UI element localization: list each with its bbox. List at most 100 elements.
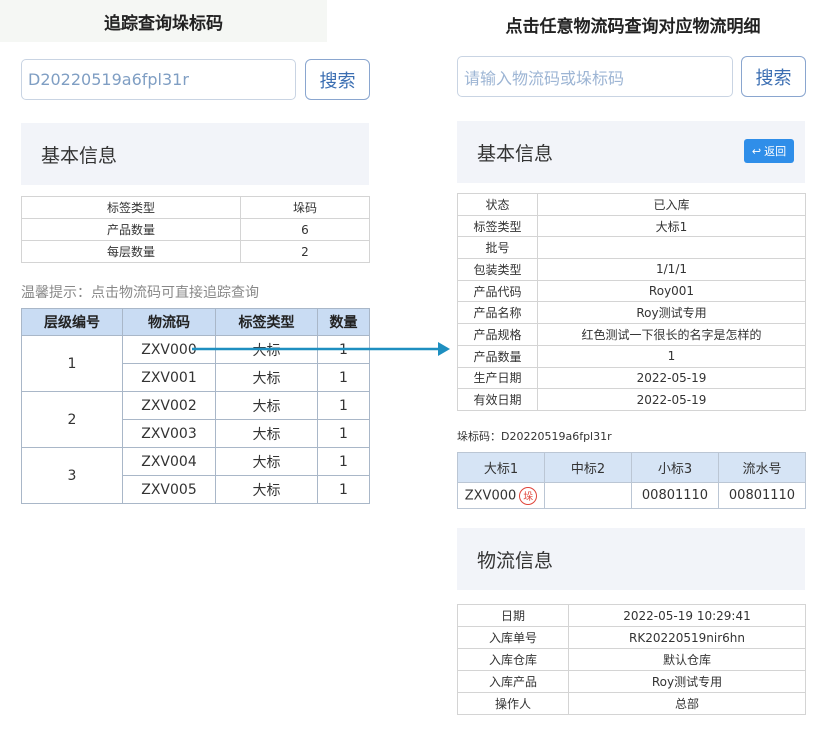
pallet-code-label: 垛标码：D20220519a6fpl31r — [457, 430, 612, 443]
level-cell: 1 — [21, 335, 123, 392]
info-value: 红色测试一下很长的名字是怎样的 — [537, 323, 806, 346]
table-row: 入库单号 RK20220519nir6hn — [457, 626, 806, 649]
right-search-placeholder: 请输入物流码或垛标码 — [464, 68, 625, 88]
tip-text: 温馨提示：点击物流码可直接追踪查询 — [21, 285, 259, 301]
right-basic-info-heading: 基本信息 — [477, 142, 554, 165]
table-header-row: 大标1 中标2 小标3 流水号 — [457, 452, 806, 483]
info-value: Roy001 — [537, 279, 806, 303]
right-search-input[interactable]: 请输入物流码或垛标码 — [457, 56, 733, 97]
table-row: 2 ZXV002 大标 1 — [21, 391, 370, 448]
info-label: 生产日期 — [457, 366, 538, 390]
info-label: 标签类型 — [21, 196, 241, 219]
info-label: 批号 — [457, 236, 538, 260]
label-type-cell: 大标 — [215, 391, 318, 420]
table-row: 生产日期 2022-05-19 — [457, 366, 806, 390]
table-row: 产品数量 1 — [457, 344, 806, 368]
info-value: 默认仓库 — [568, 648, 806, 671]
table-row: 状态 已入库 — [457, 193, 806, 216]
table-row: 3 ZXV004 大标 1 — [21, 447, 370, 504]
logistics-table: 日期 2022-05-19 10:29:41 入库单号 RK20220519nir6… — [457, 604, 806, 715]
info-value: 已入库 — [537, 193, 806, 216]
label-type-cell: 大标 — [215, 419, 318, 448]
qty-cell: 1 — [317, 391, 370, 420]
left-search-button[interactable]: 搜索 — [305, 59, 370, 100]
back-button[interactable]: ↩ 返回 — [744, 139, 794, 163]
label-type-cell: 大标 — [215, 363, 318, 392]
info-label: 入库仓库 — [457, 648, 569, 671]
info-label: 产品代码 — [457, 279, 538, 303]
qty-cell: 1 — [317, 475, 370, 504]
info-value: 2022-05-19 — [537, 388, 806, 411]
big-code-cell[interactable]: ZXV000 垛 — [457, 482, 545, 509]
table-row: 产品规格 红色测试一下很长的名字是怎样的 — [457, 323, 806, 346]
label-type-cell: 大标 — [215, 447, 318, 476]
level-cell: 3 — [21, 447, 123, 504]
logistics-code-link[interactable]: ZXV002 — [122, 391, 216, 420]
small-code-cell: 00801110 — [631, 482, 719, 509]
info-label: 操作人 — [457, 692, 569, 715]
info-label: 标签类型 — [457, 214, 538, 238]
info-value: RK20220519nir6hn — [568, 626, 806, 649]
table-row: 产品数量 6 — [21, 218, 370, 241]
qty-cell: 1 — [317, 447, 370, 476]
big-code-value: ZXV000 — [464, 488, 517, 503]
info-value: 2022-05-19 — [537, 366, 806, 390]
table-row: 有效日期 2022-05-19 — [457, 388, 806, 411]
info-label: 日期 — [457, 604, 569, 627]
table-row: 标签类型 垛码 — [21, 196, 370, 219]
info-value — [537, 236, 806, 260]
right-basic-info-table: 状态 已入库 标签类型 大标1 批号 包装类型 1/1/1 产品代码 Roy001 产品… — [457, 193, 806, 411]
table-row: 操作人 总部 — [457, 692, 806, 715]
table-row: 批号 — [457, 236, 806, 260]
right-search-button[interactable]: 搜索 — [741, 56, 806, 97]
qty-cell: 1 — [317, 419, 370, 448]
info-value: 1/1/1 — [537, 258, 806, 281]
logistics-code-link[interactable]: ZXV001 — [122, 363, 216, 392]
info-label: 状态 — [457, 193, 538, 216]
info-value: 垛码 — [240, 196, 370, 219]
pallet-stamp-icon: 垛 — [519, 486, 538, 505]
info-value: Roy测试专用 — [537, 301, 806, 325]
table-row: 产品代码 Roy001 — [457, 279, 806, 303]
table-row: 入库仓库 默认仓库 — [457, 648, 806, 671]
back-button-label: 返回 — [764, 145, 787, 158]
info-label: 产品数量 — [457, 344, 538, 368]
table-row: 每层数量 2 — [21, 240, 370, 263]
logistics-code-link[interactable]: ZXV005 — [122, 475, 216, 504]
header-small: 小标3 — [631, 452, 719, 483]
left-search-input[interactable]: D20220519a6fpl31r — [21, 59, 296, 100]
header-serial: 流水号 — [718, 452, 806, 483]
logistics-info-header: 物流信息 — [457, 528, 805, 590]
logistics-code-link[interactable]: ZXV003 — [122, 419, 216, 448]
left-basic-info-heading: 基本信息 — [41, 144, 118, 167]
info-value: 6 — [240, 218, 370, 241]
table-row: 包装类型 1/1/1 — [457, 258, 806, 281]
logistics-code-link[interactable]: ZXV004 — [122, 447, 216, 476]
right-info-body: 状态 已入库 标签类型 大标1 批号 包装类型 1/1/1 产品代码 Roy001 产品… — [457, 193, 806, 411]
label-type-cell: 大标 — [215, 475, 318, 504]
info-value: 1 — [537, 344, 806, 368]
info-value: 2 — [240, 240, 370, 263]
left-basic-info-header: 基本信息 — [21, 123, 369, 185]
info-value: Roy测试专用 — [568, 670, 806, 693]
link-arrow-icon — [192, 342, 450, 356]
info-value: 2022-05-19 10:29:41 — [568, 604, 806, 627]
info-label: 入库产品 — [457, 670, 569, 693]
info-value: 总部 — [568, 692, 806, 715]
left-search-value: D20220519a6fpl31r — [28, 70, 189, 89]
left-basic-info-table: 标签类型 垛码 产品数量 6 每层数量 2 — [21, 196, 370, 263]
info-label: 包装类型 — [457, 258, 538, 281]
table-row: ZXV000 垛 00801110 00801110 — [457, 482, 806, 509]
header-type: 标签类型 — [215, 308, 318, 336]
info-label: 有效日期 — [457, 388, 538, 411]
back-arrow-icon: ↩ — [751, 144, 762, 158]
info-label: 产品规格 — [457, 323, 538, 346]
header-code: 物流码 — [122, 308, 216, 336]
table-row: 入库产品 Roy测试专用 — [457, 670, 806, 693]
header-mid: 中标2 — [544, 452, 632, 483]
arrow-head — [438, 342, 450, 356]
header-big: 大标1 — [457, 452, 545, 483]
table-row: 标签类型 大标1 — [457, 214, 806, 238]
right-page-title: 点击任意物流码查询对应物流明细 — [505, 17, 761, 37]
code-table: 大标1 中标2 小标3 流水号 ZXV000 垛 00801110 0080111… — [457, 452, 806, 509]
